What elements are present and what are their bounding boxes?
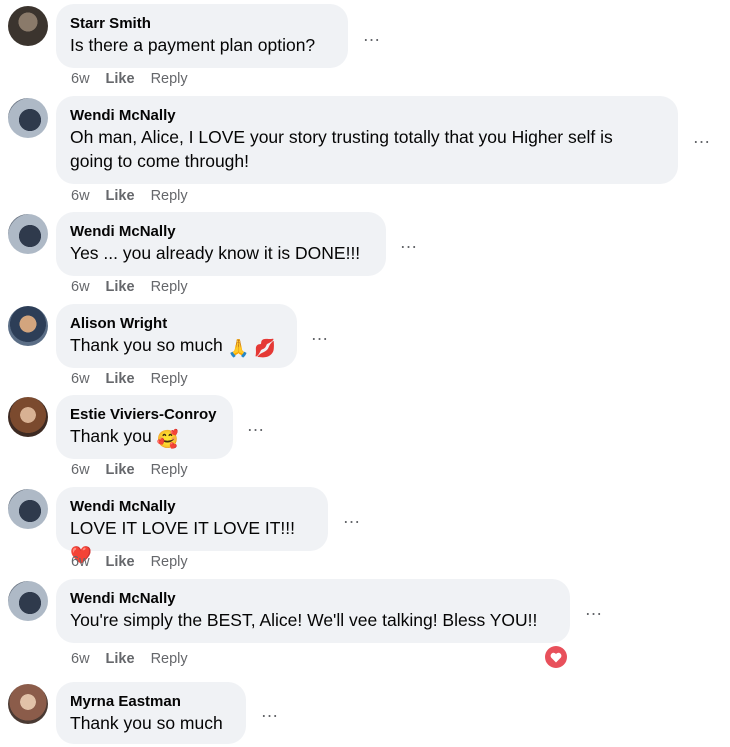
comment-author[interactable]: Alison Wright: [70, 314, 283, 333]
more-options-icon[interactable]: …: [691, 128, 713, 146]
comment-actions: 6w Like Reply: [71, 553, 188, 571]
comment-text-line-2: going to come through!: [70, 151, 250, 171]
comment-bubble: Wendi McNally Yes ... you already know i…: [56, 212, 386, 276]
comment-author[interactable]: Estie Viviers-Conroy: [70, 405, 219, 424]
like-button[interactable]: Like: [106, 651, 135, 667]
timestamp[interactable]: 6w: [71, 279, 90, 295]
comment-text-content: Thank you: [70, 426, 152, 446]
timestamp[interactable]: 6w: [71, 651, 90, 667]
comment-author[interactable]: Wendi McNally: [70, 589, 556, 608]
like-button[interactable]: Like: [106, 71, 135, 87]
avatar[interactable]: [8, 581, 48, 621]
reply-button[interactable]: Reply: [151, 188, 188, 204]
comment-bubble: Estie Viviers-Conroy Thank you 🥰: [56, 395, 233, 459]
avatar[interactable]: [8, 98, 48, 138]
like-button[interactable]: Like: [106, 462, 135, 478]
like-button[interactable]: Like: [106, 279, 135, 295]
comment-actions: 6w Like Reply: [71, 70, 188, 88]
comment-author[interactable]: Myrna Eastman: [70, 692, 232, 711]
comment-actions: 6w Like Reply: [71, 461, 188, 479]
heart-reaction-icon[interactable]: [545, 646, 567, 668]
reply-button[interactable]: Reply: [151, 554, 188, 570]
comment-author[interactable]: Starr Smith: [70, 14, 334, 33]
comment-bubble: Wendi McNally LOVE IT LOVE IT LOVE IT!!!…: [56, 487, 328, 565]
timestamp[interactable]: 6w: [71, 554, 90, 570]
comment-actions: 6w Like Reply: [71, 278, 188, 296]
comment-text: Yes ... you already know it is DONE!!!: [70, 243, 361, 263]
avatar[interactable]: [8, 214, 48, 254]
comment-text-content: Thank you so much: [70, 335, 223, 355]
comment-actions: 6w Like Reply: [71, 650, 188, 668]
timestamp[interactable]: 6w: [71, 371, 90, 387]
more-options-icon[interactable]: …: [583, 600, 605, 618]
reply-button[interactable]: Reply: [151, 279, 188, 295]
like-button[interactable]: Like: [106, 188, 135, 204]
timestamp[interactable]: 6w: [71, 188, 90, 204]
avatar[interactable]: [8, 397, 48, 437]
comment-author[interactable]: Wendi McNally: [70, 106, 664, 125]
timestamp[interactable]: 6w: [71, 462, 90, 478]
reply-button[interactable]: Reply: [151, 71, 188, 87]
avatar[interactable]: [8, 6, 48, 46]
comment-bubble: Starr Smith Is there a payment plan opti…: [56, 4, 348, 68]
comment-author[interactable]: Wendi McNally: [70, 222, 372, 241]
comment-text-content: LOVE IT LOVE IT LOVE IT!!!: [70, 518, 295, 538]
more-options-icon[interactable]: …: [398, 233, 420, 251]
avatar[interactable]: [8, 306, 48, 346]
more-options-icon[interactable]: …: [259, 702, 281, 720]
comment-bubble: Wendi McNally You're simply the BEST, Al…: [56, 579, 570, 643]
comment-text: You're simply the BEST, Alice! We'll vee…: [70, 610, 538, 630]
comment-bubble: Wendi McNally Oh man, Alice, I LOVE your…: [56, 96, 678, 184]
comment-text-line-1: Oh man, Alice, I LOVE your story trustin…: [70, 127, 613, 147]
more-options-icon[interactable]: …: [309, 325, 331, 343]
comment-bubble: Alison Wright Thank you so much 🙏 💋: [56, 304, 297, 368]
reply-button[interactable]: Reply: [151, 371, 188, 387]
more-options-icon[interactable]: …: [361, 26, 383, 44]
more-options-icon[interactable]: …: [341, 508, 363, 526]
like-button[interactable]: Like: [106, 554, 135, 570]
comment-actions: 6w Like Reply: [71, 187, 188, 205]
praying-hands-lips-emoji: 🙏 💋: [227, 338, 277, 358]
reply-button[interactable]: Reply: [151, 651, 188, 667]
reply-button[interactable]: Reply: [151, 462, 188, 478]
comment-text: Thank you so much 🙏 💋: [70, 333, 283, 360]
avatar[interactable]: [8, 489, 48, 529]
more-options-icon[interactable]: …: [245, 416, 267, 434]
avatar[interactable]: [8, 684, 48, 724]
smiling-face-hearts-emoji: 🥰: [156, 429, 179, 449]
heart-icon: [550, 652, 562, 662]
comment-text: Thank you 🥰: [70, 424, 219, 451]
comment-text: Is there a payment plan option?: [70, 35, 316, 55]
like-button[interactable]: Like: [106, 371, 135, 387]
comment-author[interactable]: Wendi McNally: [70, 497, 314, 516]
timestamp[interactable]: 6w: [71, 71, 90, 87]
comment-actions: 6w Like Reply: [71, 370, 188, 388]
comment-bubble: Myrna Eastman Thank you so much: [56, 682, 246, 744]
comment-text: Thank you so much: [70, 713, 223, 733]
